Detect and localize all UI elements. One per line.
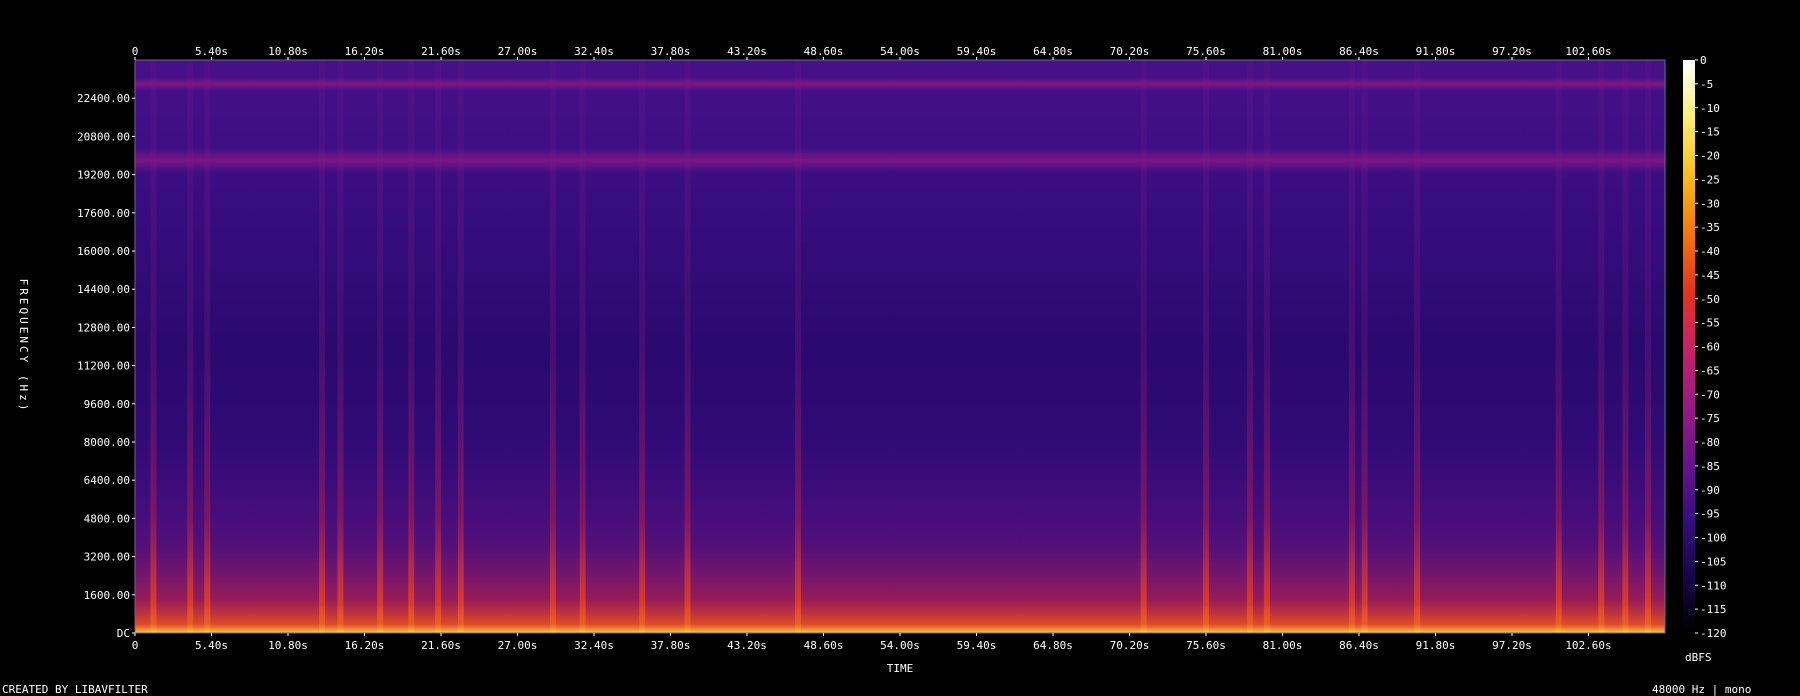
x-tick-label: 102.60s [1565,45,1611,58]
colorbar-tick-label: -85 [1700,460,1720,473]
x-tick-label: 91.80s [1416,639,1456,652]
y-tick-label: DC [117,627,130,640]
y-tick-label: 22400.00 [77,92,130,105]
x-tick-label: 86.40s [1339,639,1379,652]
spectrogram-chart: 0 5.40s 10.80s 16.20s 21.60s 27.00s 32.40s 37.8… [17,45,1727,675]
x-tick-label: 54.00s [880,639,920,652]
x-tick-label: 0 [132,639,139,652]
x-tick-label: 91.80s [1416,45,1456,58]
x-tick-label: 27.00s [498,639,538,652]
x-axis-label: TIME [887,662,914,675]
y-axis-label: FREQUENCY (Hz) [17,279,30,414]
y-tick-label: 8000.00 [84,436,130,449]
colorbar-tick-label: -40 [1700,245,1720,258]
y-tick-label: 14400.00 [77,283,130,296]
colorbar-tick-label: -70 [1700,388,1720,401]
colorbar-tick-label: -110 [1700,579,1727,592]
x-tick-label: 37.80s [651,45,691,58]
colorbar [1683,60,1695,633]
colorbar-tick-label: -35 [1700,221,1720,234]
x-tick-label: 59.40s [957,639,997,652]
x-tick-label: 70.20s [1110,639,1150,652]
colorbar-tick-label: -60 [1700,341,1720,354]
colorbar-tick-label: -115 [1700,603,1727,616]
colorbar-tick-label: -30 [1700,197,1720,210]
colorbar-tick-label: -25 [1700,173,1720,186]
colorbar-tick-label: -50 [1700,293,1720,306]
x-tick-label: 64.80s [1033,639,1073,652]
x-tick-label: 97.20s [1492,639,1532,652]
credit-text: CREATED BY LIBAVFILTER [2,683,148,696]
y-tick-label: 3200.00 [84,551,130,564]
x-tick-label: 59.40s [957,45,997,58]
x-tick-label: 16.20s [345,639,385,652]
colorbar-tick-label: -95 [1700,508,1720,521]
y-tick-label: 6400.00 [84,474,130,487]
x-tick-label: 97.20s [1492,45,1532,58]
y-tick-label: 11200.00 [77,360,130,373]
x-tick-label: 32.40s [574,45,614,58]
colorbar-tick-label: -20 [1700,150,1720,163]
colorbar-tick-label: -100 [1700,532,1727,545]
x-tick-label: 21.60s [421,639,461,652]
x-tick-label: 102.60s [1565,639,1611,652]
x-tick-label: 5.40s [195,45,228,58]
colorbar-tick-label: -5 [1700,78,1713,91]
y-tick-label: 4800.00 [84,512,130,525]
colorbar-tick-label: -75 [1700,412,1720,425]
y-tick-label: 16000.00 [77,245,130,258]
x-tick-label: 10.80s [268,639,308,652]
x-tick-label: 81.00s [1263,45,1303,58]
x-tick-label: 64.80s [1033,45,1073,58]
sample-info-text: 48000 Hz | mono [1652,683,1752,696]
x-tick-label: 5.40s [195,639,228,652]
colorbar-tick-label: 0 [1700,54,1707,67]
colorbar-label: dBFS [1685,651,1712,664]
x-tick-label: 21.60s [421,45,461,58]
colorbar-tick-label: -80 [1700,436,1720,449]
x-tick-label: 32.40s [574,639,614,652]
x-tick-label: 48.60s [804,639,844,652]
x-tick-label: 27.00s [498,45,538,58]
x-tick-label: 10.80s [268,45,308,58]
colorbar-tick-label: -55 [1700,317,1720,330]
colorbar-tick-label: -65 [1700,364,1720,377]
y-tick-label: 20800.00 [77,130,130,143]
x-tick-label: 75.60s [1186,639,1226,652]
x-tick-label: 0 [132,45,139,58]
x-tick-label: 43.20s [727,639,767,652]
y-tick-label: 17600.00 [77,207,130,220]
colorbar-tick-label: -15 [1700,126,1720,139]
colorbar-tick-label: -10 [1700,102,1720,115]
colorbar-tick-label: -105 [1700,555,1727,568]
y-tick-label: 19200.00 [77,169,130,182]
x-tick-label: 48.60s [804,45,844,58]
y-tick-label: 12800.00 [77,321,130,334]
x-tick-label: 16.20s [345,45,385,58]
colorbar-tick-label: -90 [1700,484,1720,497]
x-tick-label: 75.60s [1186,45,1226,58]
x-tick-label: 37.80s [651,639,691,652]
y-tick-label: 1600.00 [84,589,130,602]
x-tick-label: 54.00s [880,45,920,58]
y-tick-label: 9600.00 [84,398,130,411]
plot-area [135,60,1665,633]
x-tick-label: 81.00s [1263,639,1303,652]
x-tick-label: 70.20s [1110,45,1150,58]
x-tick-label: 43.20s [727,45,767,58]
colorbar-tick-label: -120 [1700,627,1727,640]
low-frequency-energy [135,60,1665,633]
x-tick-label: 86.40s [1339,45,1379,58]
colorbar-tick-label: -45 [1700,269,1720,282]
